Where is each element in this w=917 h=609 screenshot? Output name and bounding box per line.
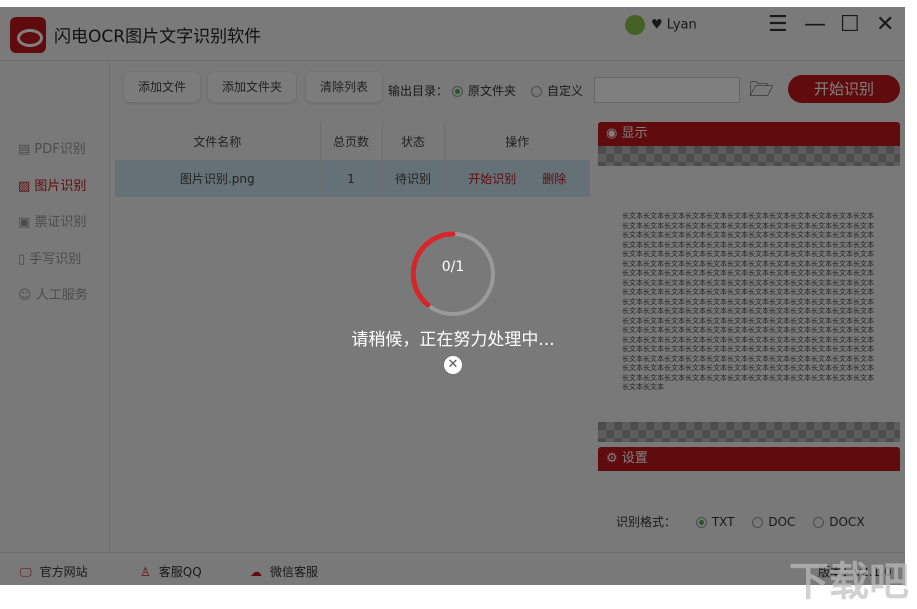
watermark-logo: 下载吧 — [789, 559, 909, 605]
cancel-icon[interactable]: ✕ — [444, 356, 462, 374]
loading-message: 请稍候，正在努力处理中... — [351, 330, 555, 350]
app-window: 闪电OCR图片文字识别软件 ♥ Lyan ☰ — ☐ ✕ ▤ PDF识别 ▨ 图… — [0, 7, 905, 585]
progress-text: 0/1 — [441, 259, 465, 275]
